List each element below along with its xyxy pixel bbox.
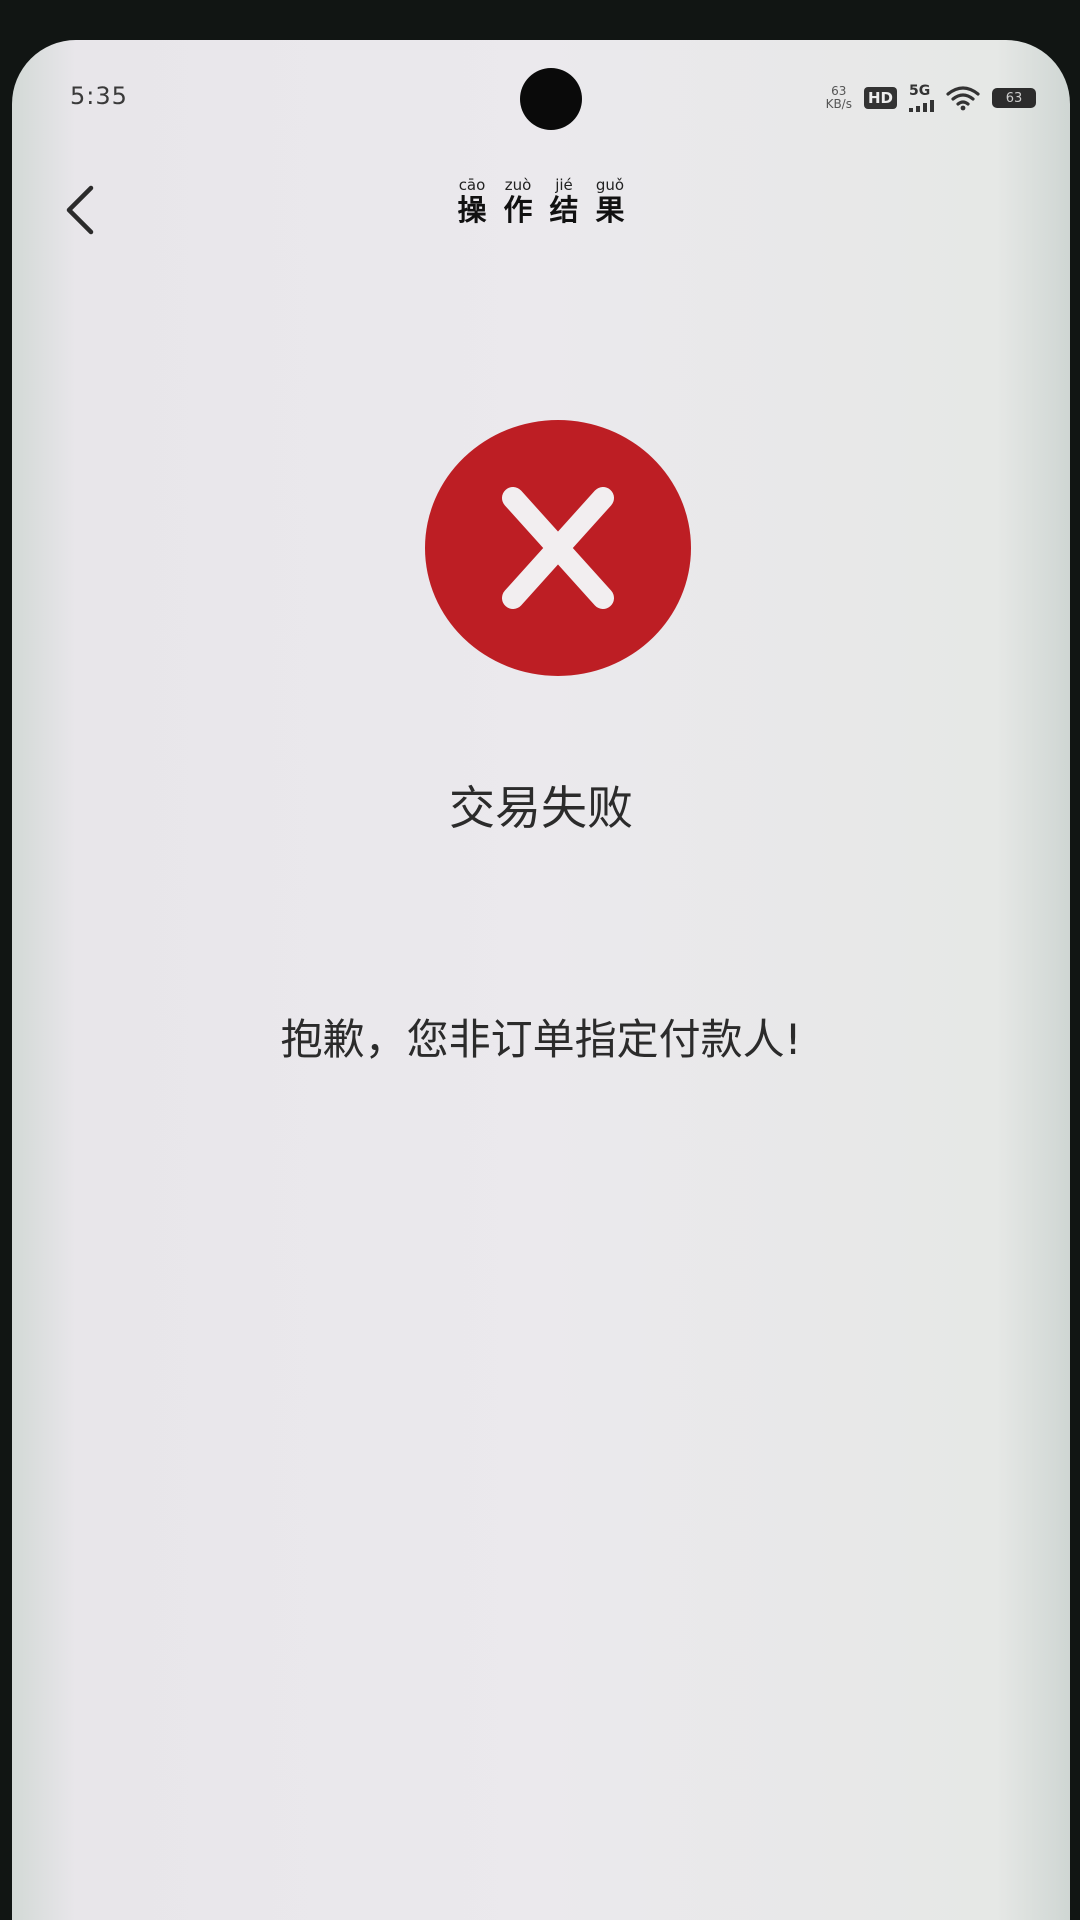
title-char-pinyin: zuò bbox=[504, 176, 532, 194]
title-char-hanzi: 操 bbox=[457, 193, 487, 227]
title-char-hanzi: 果 bbox=[595, 193, 625, 227]
title-char-pinyin: jié bbox=[555, 176, 573, 194]
title-char: guǒ 果 bbox=[592, 176, 628, 226]
wifi-icon bbox=[946, 86, 980, 111]
network-speed: 63 KB/s bbox=[826, 85, 852, 111]
title-char-pinyin: guǒ bbox=[595, 176, 625, 194]
title-char-hanzi: 结 bbox=[549, 193, 579, 227]
title-char: cāo 操 bbox=[454, 176, 490, 226]
battery-level: 63 bbox=[1005, 90, 1023, 106]
network-speed-unit: KB/s bbox=[825, 97, 852, 111]
result-title: 交易失败 bbox=[449, 781, 633, 835]
cellular-signal: 5G bbox=[909, 84, 934, 112]
status-bar: 5:35 63 KB/s HD 5G 63 bbox=[12, 40, 1070, 130]
page-title: cāo 操 zuò 作 jié 结 guǒ 果 bbox=[12, 176, 1070, 226]
title-char-pinyin: cāo bbox=[458, 176, 486, 194]
front-camera bbox=[520, 68, 582, 130]
signal-bars-icon bbox=[909, 100, 934, 112]
result-message: 抱歉，您非订单指定付款人! bbox=[280, 1015, 802, 1064]
title-char-hanzi: 作 bbox=[503, 193, 533, 227]
network-type-label: 5G bbox=[909, 83, 931, 99]
status-icons: 63 KB/s HD 5G 63 bbox=[826, 84, 1036, 112]
hd-badge: HD bbox=[863, 87, 897, 109]
battery-icon: 63 bbox=[992, 88, 1036, 108]
title-char: zuò 作 bbox=[500, 176, 536, 226]
nav-bar: cāo 操 zuò 作 jié 结 guǒ 果 bbox=[12, 140, 1070, 260]
title-char: jié 结 bbox=[546, 176, 582, 226]
error-x-icon bbox=[425, 420, 691, 676]
screen: 5:35 63 KB/s HD 5G 63 cāo 操 zuò 作 jié 结 … bbox=[12, 40, 1070, 1920]
status-time: 5:35 bbox=[70, 82, 128, 110]
